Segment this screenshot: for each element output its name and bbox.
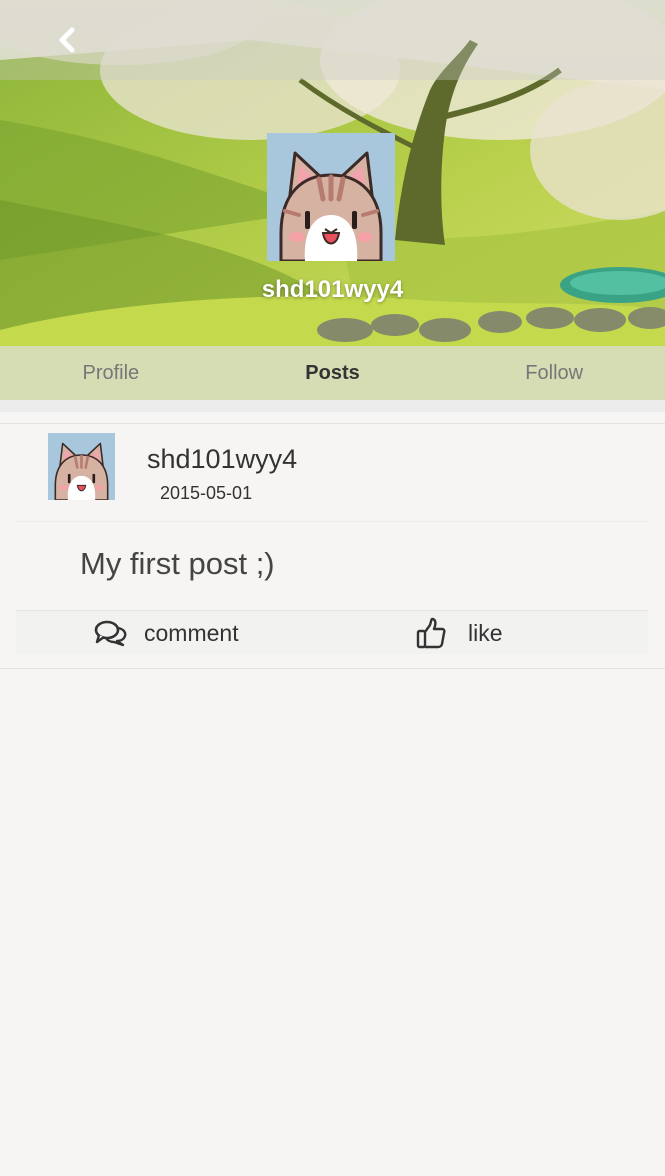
thumbs-up-icon — [416, 617, 446, 649]
post-date: 2015-05-01 — [160, 483, 253, 503]
post-author-name[interactable]: shd101wyy4 — [147, 444, 297, 475]
divider — [0, 400, 665, 412]
post-card: shd101wyy4 2015-05-01 My first post ;) c… — [0, 423, 665, 669]
profile-tabs: Profile Posts Follow — [0, 346, 665, 400]
top-navigation-bar — [0, 0, 665, 80]
profile-avatar[interactable] — [267, 133, 395, 261]
comment-button[interactable]: comment — [94, 611, 239, 655]
like-label: like — [468, 619, 503, 646]
tab-follow[interactable]: Follow — [443, 346, 665, 400]
post-content: My first post ;) — [80, 546, 275, 581]
cat-avatar-image — [267, 133, 395, 261]
comments-icon — [94, 619, 128, 647]
comment-label: comment — [144, 619, 239, 646]
post-actions-bar: comment like — [16, 610, 648, 654]
tab-profile[interactable]: Profile — [0, 346, 222, 400]
tab-posts[interactable]: Posts — [222, 346, 444, 400]
cat-avatar-image — [48, 433, 115, 500]
like-button[interactable]: like — [416, 611, 503, 655]
post-header: shd101wyy4 2015-05-01 — [0, 424, 665, 522]
profile-cover: shd101wyy4 Profile Posts Follow — [0, 0, 665, 400]
divider — [16, 521, 648, 522]
post-author-avatar[interactable] — [48, 433, 115, 500]
chevron-left-icon — [59, 27, 75, 53]
profile-username: shd101wyy4 — [261, 276, 404, 303]
back-button[interactable] — [50, 22, 84, 58]
